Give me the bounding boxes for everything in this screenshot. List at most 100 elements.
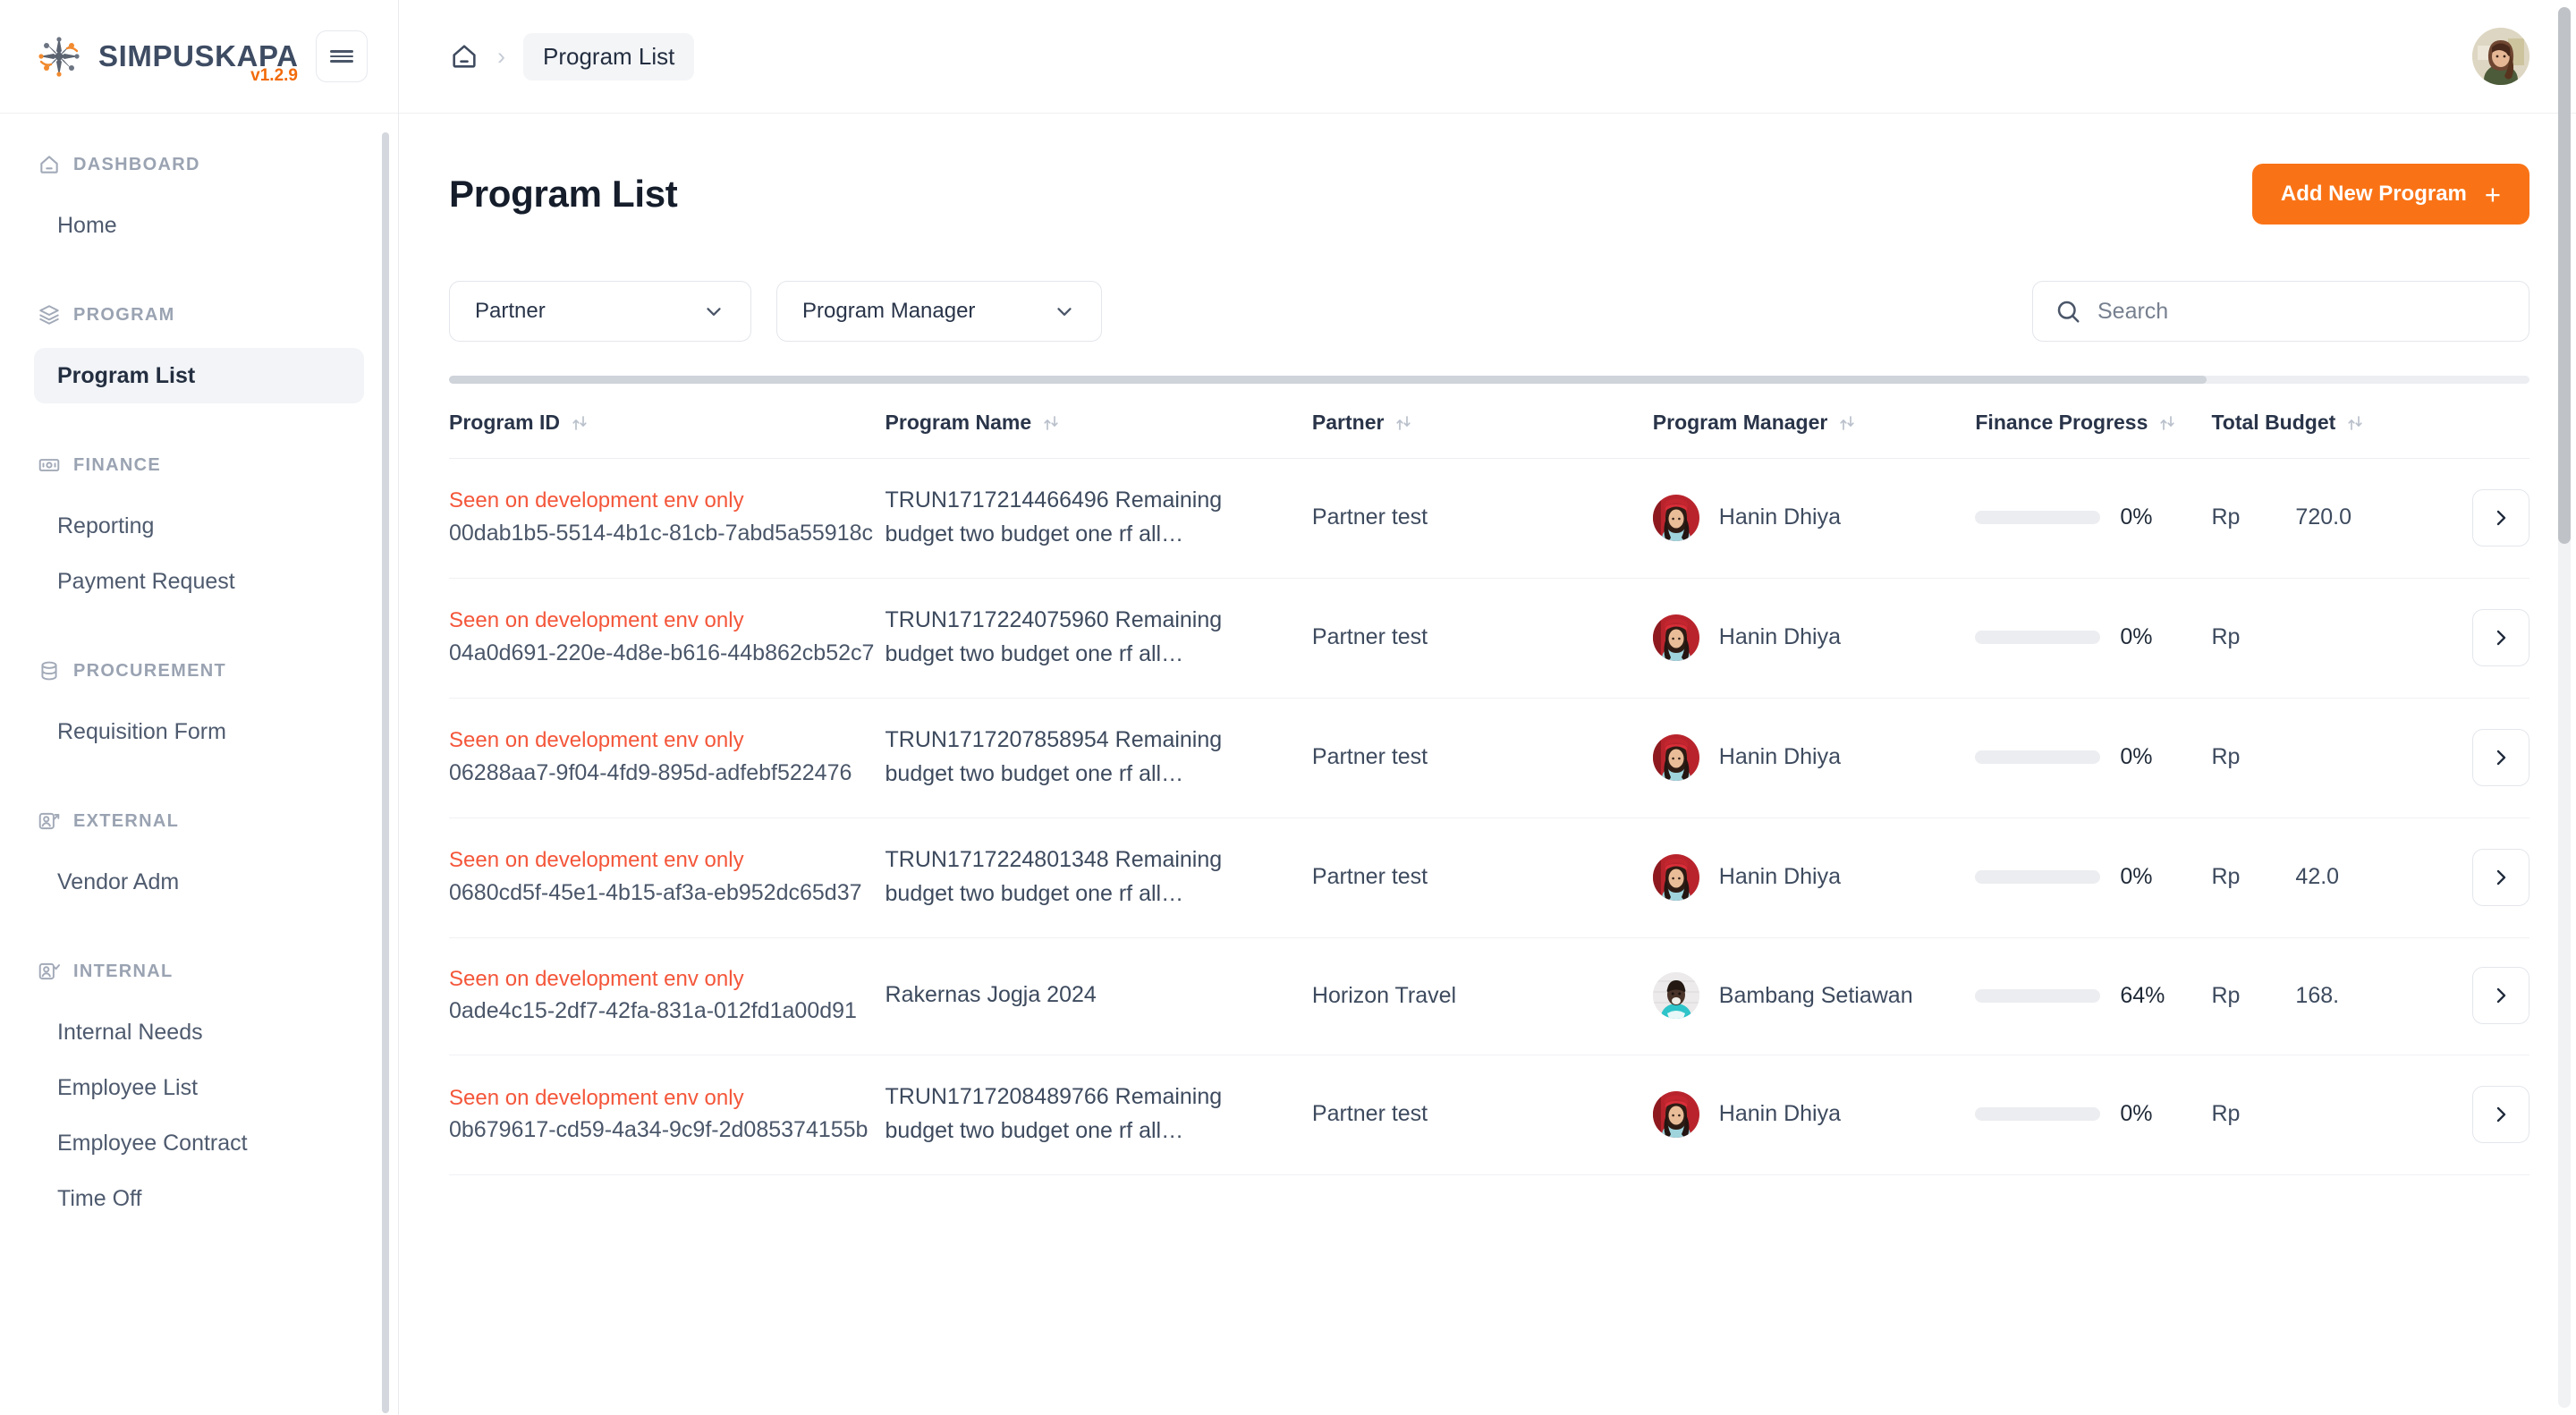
table-row[interactable]: Seen on development env only 06288aa7-9f0… [449, 698, 2529, 818]
table-row[interactable]: Seen on development env only 0680cd5f-45e… [449, 818, 2529, 938]
search-input[interactable] [2097, 298, 2507, 325]
progress-percent: 0% [2120, 744, 2153, 769]
sidebar-item-requisition-form[interactable]: Requisition Form [34, 704, 364, 759]
column-header-program-manager[interactable]: Program Manager [1652, 398, 1976, 459]
currency-symbol: Rp [2211, 864, 2241, 889]
sidebar-item-label: Employee List [57, 1074, 199, 1100]
program-id-value: 0680cd5f-45e1-4b15-af3a-eb952dc65d37 [449, 879, 862, 905]
user-check-icon [38, 960, 61, 983]
sidebar-item-reporting[interactable]: Reporting [34, 498, 364, 554]
home-icon[interactable] [449, 41, 479, 72]
user-avatar[interactable] [2472, 28, 2529, 85]
brand-version: v1.2.9 [250, 66, 298, 85]
sidebar-toggle-button[interactable] [316, 30, 368, 82]
nav-items-program: Program List [0, 335, 398, 403]
cell-partner: Partner test [1311, 1055, 1653, 1176]
plus-icon: + [2484, 178, 2501, 210]
view-program-button[interactable] [2472, 728, 2529, 786]
program-name-value: TRUN1717224075960 Remaining budget two b… [885, 607, 1223, 666]
nav-section-dashboard: DASHBOARD [0, 144, 398, 185]
nav-items-internal: Internal Needs Employee List Employee Co… [0, 992, 398, 1226]
view-program-button[interactable] [2472, 608, 2529, 666]
sidebar-item-label: Program List [57, 362, 196, 388]
program-id-value: 06288aa7-9f04-4fd9-895d-adfebf522476 [449, 759, 852, 785]
nav-items-finance: Reporting Payment Request [0, 486, 398, 609]
program-name-value: Rakernas Jogja 2024 [885, 982, 1097, 1008]
sidebar-scrollbar-thumb[interactable] [382, 132, 389, 1413]
table-row[interactable]: Seen on development env only 00dab1b5-551… [449, 458, 2529, 579]
sidebar-item-employee-contract[interactable]: Employee Contract [34, 1115, 364, 1171]
home-icon [38, 153, 61, 176]
sort-updown-icon[interactable] [1042, 413, 1060, 433]
nav-items-procurement: Requisition Form [0, 691, 398, 759]
add-new-program-button[interactable]: Add New Program + [2251, 164, 2529, 225]
sidebar-item-program-list[interactable]: Program List [34, 348, 364, 403]
cell-program-manager: Hanin Dhiya [1652, 698, 1976, 818]
table-horizontal-scrollbar-thumb[interactable] [449, 376, 2207, 384]
nav-section-finance: FINANCE [0, 445, 398, 486]
sort-updown-icon[interactable] [1838, 413, 1856, 433]
cell-program-name: TRUN1717224801348 Remaining budget two b… [885, 818, 1312, 938]
manager-name: Hanin Dhiya [1718, 1101, 1841, 1127]
cell-finance-progress: 64% [1975, 937, 2212, 1056]
column-header-program-id[interactable]: Program ID [449, 398, 886, 459]
column-header-total-budget[interactable]: Total Budget [2211, 398, 2529, 459]
cell-total-budget: Rp [2211, 578, 2421, 699]
partner-filter-select[interactable]: Partner [449, 281, 751, 342]
currency-symbol: Rp [2211, 624, 2241, 649]
table-row[interactable]: Seen on development env only 0ade4c15-2df… [449, 937, 2529, 1056]
table-row[interactable]: Seen on development env only 04a0d691-220… [449, 578, 2529, 699]
search-box[interactable] [2032, 281, 2529, 342]
sidebar-item-home[interactable]: Home [34, 198, 364, 253]
cell-program-manager: Hanin Dhiya [1652, 1055, 1976, 1176]
page-vertical-scrollbar[interactable] [2558, 7, 2571, 1408]
table-body: Seen on development env only 00dab1b5-551… [449, 458, 2529, 1176]
view-program-button[interactable] [2472, 1085, 2529, 1143]
page-title: Program List [449, 173, 678, 215]
sidebar-scrollbar[interactable] [382, 132, 389, 1413]
cell-partner: Horizon Travel [1311, 937, 1653, 1056]
view-program-button[interactable] [2472, 488, 2529, 547]
manager-avatar [1652, 614, 1699, 661]
sort-updown-icon[interactable] [571, 413, 589, 433]
cell-program-id: Seen on development env only 00dab1b5-551… [449, 458, 886, 579]
sidebar-item-label: Payment Request [57, 568, 235, 594]
dev-env-note: Seen on development env only [449, 848, 744, 873]
view-program-button[interactable] [2472, 967, 2529, 1025]
cell-row-action [2420, 1055, 2529, 1176]
sort-updown-icon[interactable] [2346, 413, 2364, 433]
breadcrumb-current[interactable]: Program List [523, 32, 695, 80]
sidebar-item-employee-list[interactable]: Employee List [34, 1060, 364, 1115]
cell-row-action [2420, 937, 2529, 1056]
sort-updown-icon[interactable] [1394, 413, 1412, 433]
program-manager-filter-select[interactable]: Program Manager [776, 281, 1102, 342]
user-arrow-icon [38, 809, 61, 833]
sidebar-item-internal-needs[interactable]: Internal Needs [34, 1004, 364, 1060]
sort-updown-icon[interactable] [2158, 413, 2176, 433]
column-header-partner[interactable]: Partner [1311, 398, 1653, 459]
sidebar-item-time-off[interactable]: Time Off [34, 1171, 364, 1226]
chevron-right-icon [2490, 867, 2512, 888]
table-row[interactable]: Seen on development env only 0b679617-cd5… [449, 1055, 2529, 1176]
sidebar-item-label: Internal Needs [57, 1019, 203, 1045]
sidebar-item-vendor-adm[interactable]: Vendor Adm [34, 854, 364, 910]
search-icon [2055, 298, 2081, 325]
view-program-button[interactable] [2472, 848, 2529, 906]
sidebar: SIMPUSKAPA v1.2.9 DASHBOARD Home PROGRAM… [0, 0, 399, 1415]
sidebar-item-label: Vendor Adm [57, 868, 180, 894]
cell-program-id: Seen on development env only 06288aa7-9f0… [449, 698, 886, 818]
currency-symbol: Rp [2211, 504, 2241, 530]
nav-section-label: INTERNAL [73, 961, 174, 981]
program-id-value: 0ade4c15-2df7-42fa-831a-012fd1a00d91 [449, 998, 857, 1024]
progress-bar [1975, 631, 2101, 644]
sidebar-item-payment-request[interactable]: Payment Request [34, 554, 364, 609]
table-horizontal-scrollbar[interactable] [449, 376, 2529, 384]
cell-total-budget: Rp 168. [2211, 937, 2421, 1056]
nav-section-procurement: PROCUREMENT [0, 650, 398, 691]
sidebar-item-label: Employee Contract [57, 1130, 248, 1156]
page-vertical-scrollbar-thumb[interactable] [2558, 7, 2571, 544]
column-header-finance-progress[interactable]: Finance Progress [1975, 398, 2212, 459]
app-root: SIMPUSKAPA v1.2.9 DASHBOARD Home PROGRAM… [0, 0, 2576, 1415]
cell-partner: Partner test [1311, 698, 1653, 818]
column-header-program-name[interactable]: Program Name [885, 398, 1312, 459]
